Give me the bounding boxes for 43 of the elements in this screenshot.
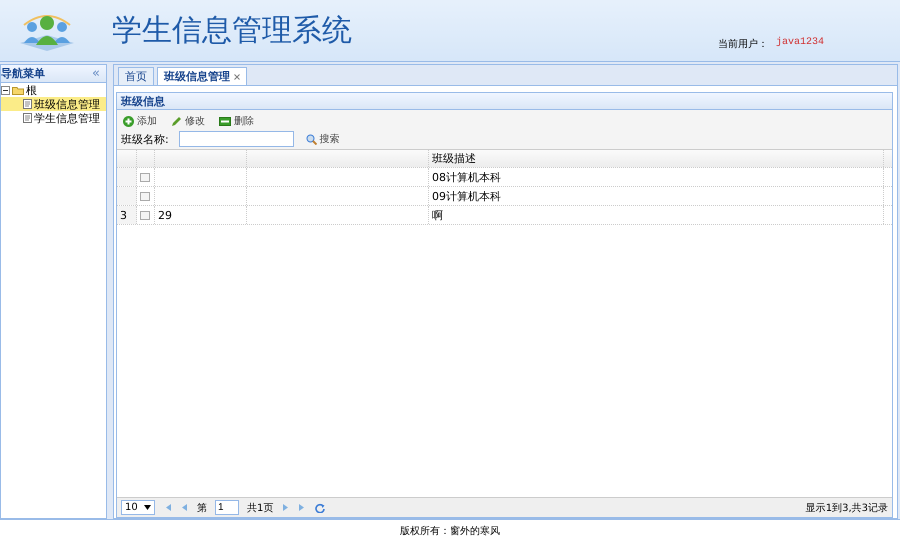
delete-button[interactable]: 删除 bbox=[217, 114, 256, 128]
edit-button[interactable]: 修改 bbox=[169, 114, 207, 128]
tree-item[interactable]: 班级信息管理 bbox=[1, 97, 106, 111]
next-page-button[interactable] bbox=[281, 503, 290, 512]
close-icon[interactable] bbox=[234, 74, 240, 80]
minus-icon bbox=[219, 116, 231, 126]
folder-icon bbox=[12, 86, 24, 94]
row-checkbox[interactable] bbox=[140, 172, 150, 182]
pencil-icon bbox=[171, 116, 182, 126]
document-icon bbox=[23, 113, 32, 123]
document-icon bbox=[23, 99, 32, 109]
row-checkbox[interactable] bbox=[140, 210, 150, 220]
caret-icon bbox=[144, 505, 151, 510]
tree-item[interactable]: 学生信息管理 bbox=[1, 111, 106, 125]
collapse-icon[interactable] bbox=[1, 86, 10, 94]
search-field[interactable] bbox=[178, 131, 294, 147]
previous-page-button[interactable] bbox=[180, 503, 189, 512]
total-pages: 共1页 bbox=[247, 502, 274, 514]
search-icon bbox=[306, 134, 317, 144]
app-title: 学生信息管理系统 bbox=[112, 12, 352, 50]
table-cell: 08计算机本科 bbox=[429, 168, 884, 186]
add-button[interactable]: 添加 bbox=[121, 114, 159, 128]
plus-icon bbox=[123, 116, 134, 126]
user-name: java1234 bbox=[776, 37, 824, 50]
tree-item[interactable]: 根 bbox=[1, 83, 106, 97]
tab[interactable]: 首页 bbox=[118, 67, 154, 85]
copyright-text: 版权所有：窗外的寒风 bbox=[400, 524, 500, 538]
sidebar-title: 导航菜单 bbox=[1, 66, 45, 81]
record-summary: 显示1到3,共3记录 bbox=[806, 502, 888, 514]
refresh-button[interactable] bbox=[315, 502, 326, 512]
tab[interactable]: 班级信息管理 bbox=[157, 67, 247, 85]
row-number: 3 bbox=[117, 206, 137, 224]
page-size-select[interactable]: 10 bbox=[121, 500, 155, 515]
page-label: 第 bbox=[197, 502, 207, 514]
table-cell: 啊 bbox=[429, 206, 884, 224]
row-checkbox[interactable] bbox=[140, 192, 150, 200]
page-field[interactable]: 1 bbox=[215, 500, 239, 515]
table-cell: 29 bbox=[155, 206, 247, 224]
panel-title: 班级信息 bbox=[117, 93, 892, 110]
search-button[interactable]: 搜索 bbox=[304, 132, 342, 146]
search-label: 班级名称: bbox=[121, 132, 169, 146]
user-label: 当前用户： bbox=[718, 38, 768, 51]
table-cell: 09计算机本科 bbox=[429, 187, 884, 205]
